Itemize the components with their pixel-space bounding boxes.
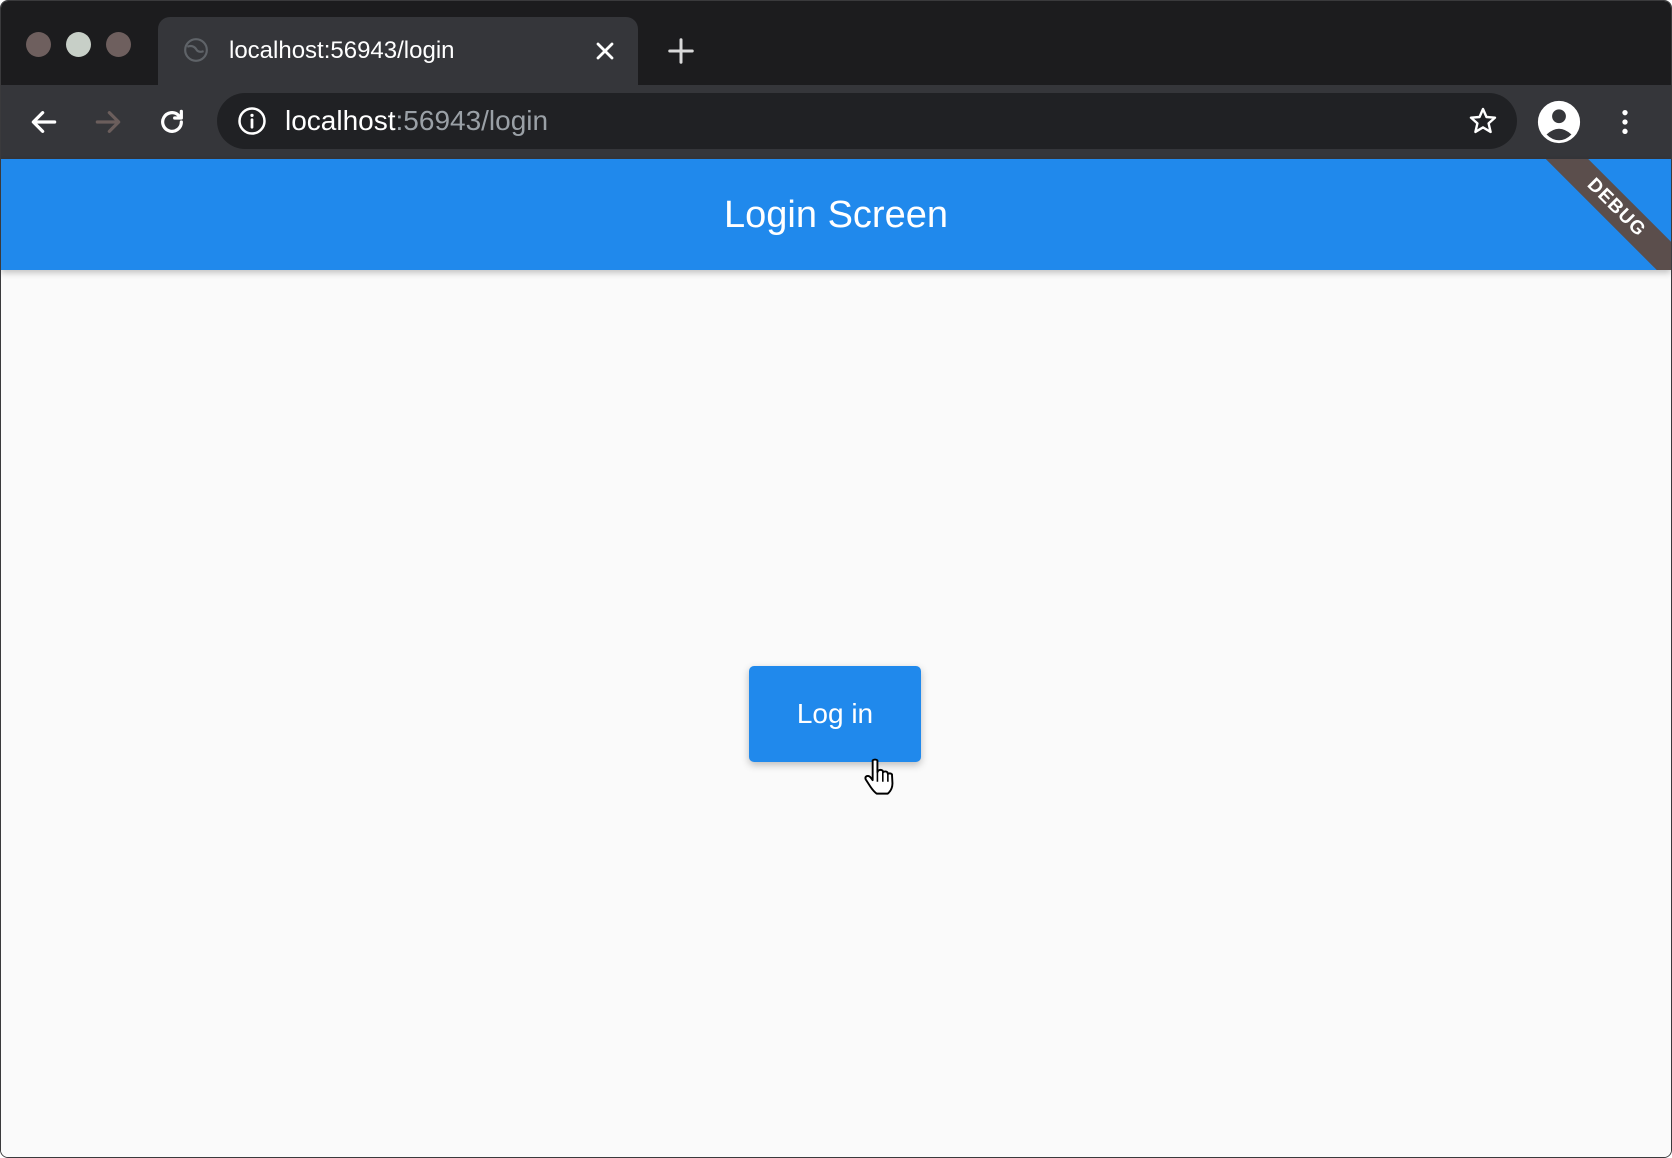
back-arrow-icon[interactable] bbox=[28, 106, 60, 138]
browser-toolbar: localhost:56943/login bbox=[1, 85, 1671, 159]
login-button[interactable]: Log in bbox=[749, 666, 921, 762]
url-host: localhost bbox=[285, 105, 396, 136]
window-maximize-button[interactable] bbox=[106, 32, 131, 57]
globe-icon bbox=[184, 38, 208, 62]
hand-pointer-cursor-icon bbox=[864, 758, 894, 795]
tab-strip: localhost:56943/login bbox=[1, 1, 1671, 85]
new-tab-icon[interactable] bbox=[666, 36, 696, 66]
reload-icon[interactable] bbox=[156, 106, 188, 138]
address-bar[interactable]: localhost:56943/login bbox=[217, 93, 1517, 149]
info-icon[interactable] bbox=[237, 106, 267, 136]
window-minimize-button[interactable] bbox=[66, 32, 91, 57]
page-title: Login Screen bbox=[724, 194, 948, 236]
profile-avatar-icon[interactable] bbox=[1536, 99, 1582, 145]
star-icon[interactable] bbox=[1467, 105, 1499, 137]
tab-title: localhost:56943/login bbox=[229, 37, 455, 64]
browser-tab[interactable]: localhost:56943/login bbox=[158, 17, 638, 85]
browser-window: localhost:56943/login localhost:56943/lo… bbox=[0, 0, 1672, 1158]
url-path: :56943/login bbox=[395, 105, 549, 136]
window-close-button[interactable] bbox=[26, 32, 51, 57]
close-icon[interactable] bbox=[591, 37, 619, 65]
page-content: Log in bbox=[1, 270, 1671, 1157]
more-menu-icon[interactable] bbox=[1609, 106, 1641, 138]
address-url[interactable]: localhost:56943/login bbox=[285, 106, 548, 136]
forward-arrow-icon[interactable] bbox=[92, 106, 124, 138]
app-bar: Login Screen DEBUG bbox=[1, 159, 1671, 270]
